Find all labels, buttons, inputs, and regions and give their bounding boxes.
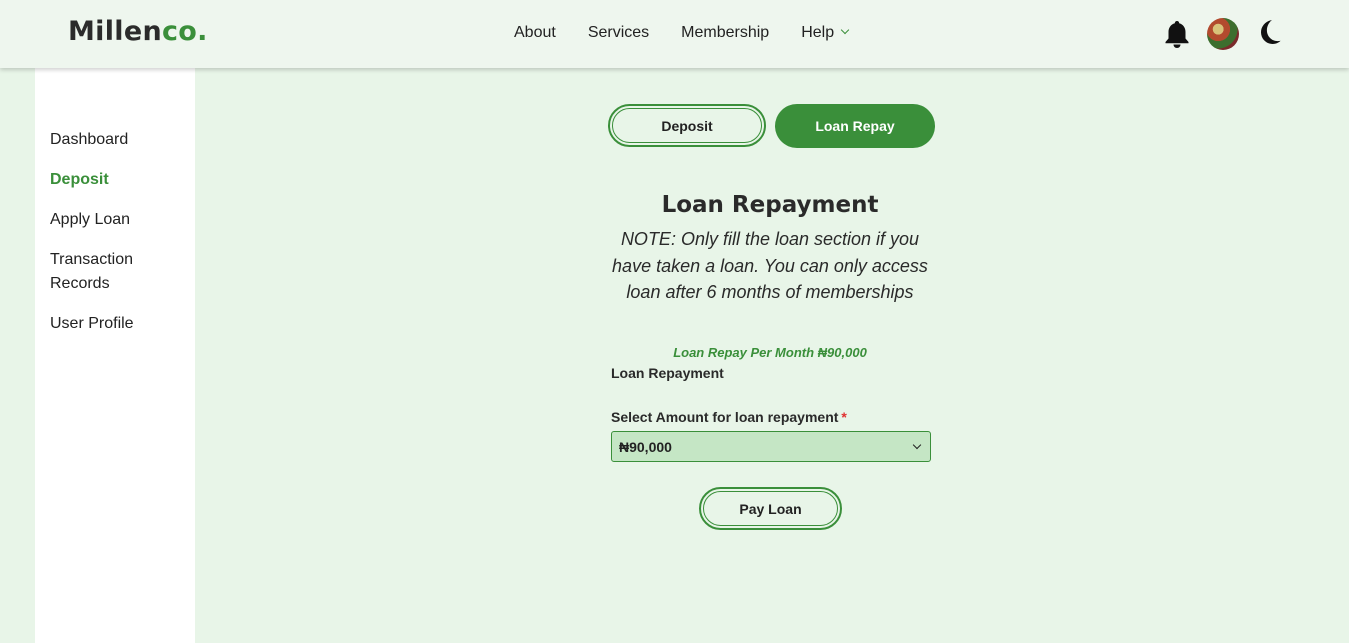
section-label: Loan Repayment [611, 365, 724, 381]
sidebar-item-dashboard[interactable]: Dashboard [50, 128, 190, 152]
sidebar-item-transaction-records[interactable]: Transaction Records [50, 248, 160, 296]
moon-icon[interactable] [1256, 18, 1282, 46]
select-label-text: Select Amount for loan repayment [611, 409, 839, 425]
sidebar-item-user-profile[interactable]: User Profile [50, 312, 190, 336]
tab-deposit[interactable]: Deposit [608, 104, 766, 147]
nav-about[interactable]: About [514, 24, 556, 42]
bell-icon[interactable] [1163, 19, 1191, 49]
avatar[interactable] [1207, 18, 1239, 50]
pay-loan-button[interactable]: Pay Loan [699, 487, 842, 530]
repayment-amount-select[interactable]: ₦90,000 [611, 431, 931, 462]
logo[interactable]: Millenco. [68, 16, 208, 47]
main-nav: About Services Membership Help [514, 24, 850, 42]
chevron-down-icon [840, 25, 850, 35]
select-value: ₦90,000 [619, 438, 672, 455]
top-header: Millenco. About Services Membership Help [0, 0, 1349, 68]
chevron-down-icon [912, 440, 922, 450]
repay-per-month: Loan Repay Per Month ₦90,000 [673, 345, 867, 360]
select-label: Select Amount for loan repayment * [611, 409, 847, 425]
sidebar: Dashboard Deposit Apply Loan Transaction… [35, 68, 195, 643]
sidebar-item-apply-loan[interactable]: Apply Loan [50, 208, 190, 232]
nav-help-label: Help [801, 24, 835, 41]
tab-loan-repay[interactable]: Loan Repay [775, 104, 935, 148]
page-title: Loan Repayment [661, 192, 879, 218]
sidebar-item-deposit[interactable]: Deposit [50, 168, 190, 192]
loan-note: NOTE: Only fill the loan section if you … [612, 229, 928, 302]
nav-membership[interactable]: Membership [681, 24, 769, 42]
required-mark: * [841, 409, 847, 425]
nav-help[interactable]: Help [801, 24, 850, 42]
nav-services[interactable]: Services [588, 24, 649, 42]
